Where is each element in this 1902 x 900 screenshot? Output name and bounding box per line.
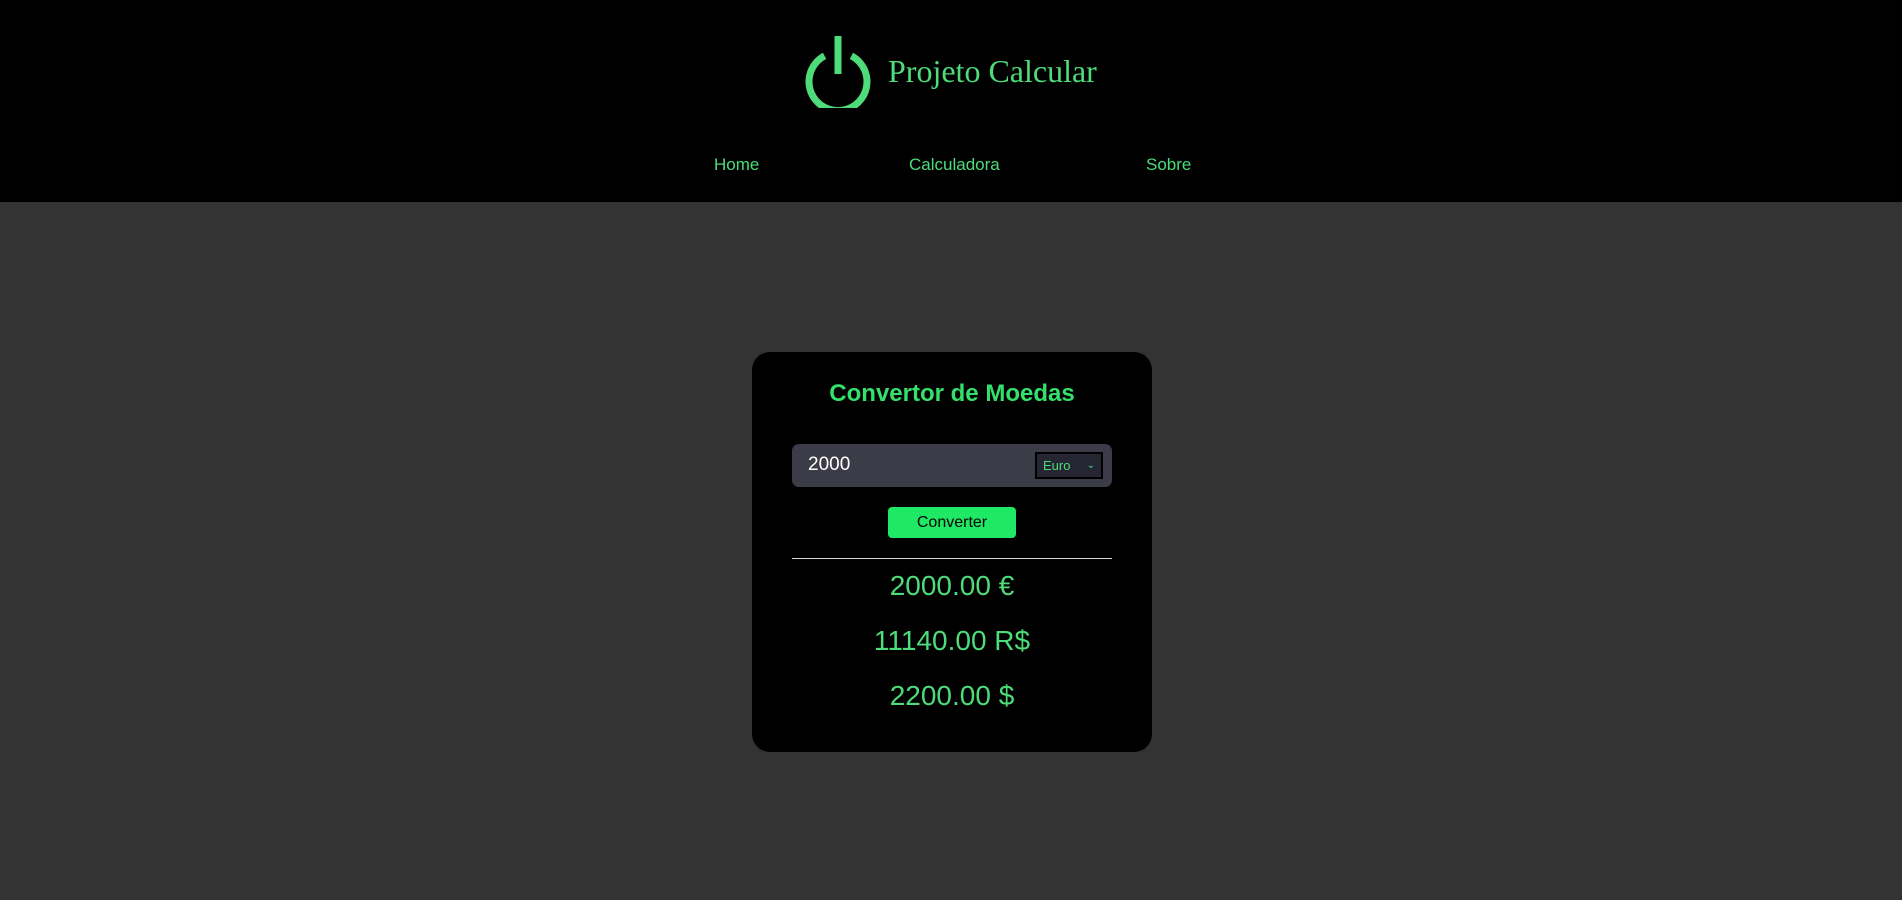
amount-input[interactable]: [808, 450, 1008, 480]
site-title: Projeto Calcular: [888, 52, 1097, 89]
result-real: 11140.00 R$: [873, 625, 1031, 656]
divider: [792, 558, 1112, 559]
site-header: Projeto Calcular Home Calculadora Sobre: [0, 0, 1902, 202]
nav-home-link[interactable]: Home: [714, 155, 759, 175]
chevron-down-icon: ⌄: [1086, 460, 1095, 471]
main-nav: Home Calculadora Sobre: [0, 155, 1902, 181]
amount-input-row: Euro ⌄: [792, 444, 1112, 487]
currency-select[interactable]: Euro ⌄: [1035, 452, 1103, 479]
currency-converter-card: Convertor de Moedas Euro ⌄ Converter 200…: [752, 352, 1152, 752]
brand[interactable]: Projeto Calcular: [804, 34, 1097, 108]
result-euro: 2000.00 €: [889, 570, 1015, 601]
nav-calculadora-link[interactable]: Calculadora: [909, 155, 1000, 175]
nav-sobre-link[interactable]: Sobre: [1146, 155, 1191, 175]
currency-select-value: Euro: [1043, 458, 1071, 473]
convert-button[interactable]: Converter: [888, 507, 1016, 538]
result-dollar: 2200.00 $: [889, 680, 1015, 711]
converter-title: Convertor de Moedas: [829, 380, 1075, 407]
power-icon: [805, 36, 871, 108]
